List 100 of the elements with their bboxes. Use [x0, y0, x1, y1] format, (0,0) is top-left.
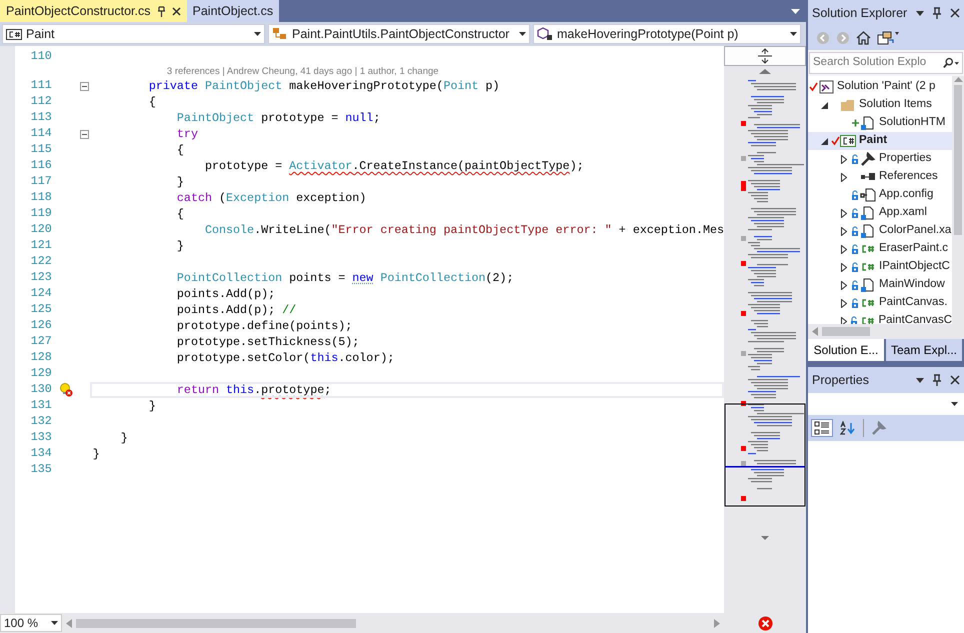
- horizontal-scrollbar[interactable]: [808, 324, 964, 339]
- pin-icon[interactable]: [932, 374, 942, 386]
- line-number: 122: [30, 253, 52, 270]
- error-icon[interactable]: [758, 616, 772, 630]
- collapsed-arrow-icon[interactable]: [841, 280, 847, 290]
- sync-view-icon[interactable]: [877, 31, 899, 45]
- file-tab[interactable]: PaintObjectConstructor.cs: [0, 0, 187, 22]
- tree-item[interactable]: ColorPanel.xa: [808, 222, 952, 240]
- expanded-arrow-icon[interactable]: [820, 102, 828, 108]
- tree-item[interactable]: IPaintObjectC: [808, 258, 952, 276]
- pin-icon[interactable]: [932, 7, 942, 19]
- panel-tab[interactable]: Solution E...: [808, 339, 884, 361]
- line-number: 132: [30, 413, 52, 430]
- collapse-icon[interactable]: [80, 130, 89, 138]
- dropdown-icon[interactable]: [916, 378, 924, 382]
- line-number: 113: [30, 109, 52, 126]
- line-number: 129: [30, 365, 52, 382]
- dropdown-icon[interactable]: [791, 8, 800, 14]
- vertical-scrollbar[interactable]: [952, 76, 964, 324]
- tree-item[interactable]: MainWindow: [808, 276, 952, 294]
- horizontal-scrollbar[interactable]: [66, 616, 720, 630]
- scrollbar-thumb[interactable]: [954, 85, 962, 235]
- tree-item[interactable]: App.config: [808, 186, 952, 204]
- caret-icon: [790, 32, 797, 36]
- code-line: }: [148, 398, 157, 414]
- tree-item[interactable]: Paint: [808, 132, 952, 150]
- wrench-icon: [860, 152, 876, 166]
- tree-item[interactable]: References: [808, 168, 952, 186]
- code-line: }: [176, 174, 185, 190]
- line-number: 134: [30, 445, 52, 462]
- xaml-file-icon: [860, 116, 876, 130]
- search-field[interactable]: Search Solution Explo: [809, 52, 963, 74]
- line-number: 111: [30, 77, 52, 94]
- pin-icon[interactable]: [156, 6, 166, 16]
- close-icon[interactable]: [950, 8, 960, 18]
- collapsed-arrow-icon[interactable]: [841, 172, 847, 182]
- navigation-label: Paint: [26, 26, 54, 43]
- code-line: {: [176, 142, 185, 158]
- navigation-dropdown[interactable]: Paint: [2, 24, 265, 44]
- cs-project-icon: [840, 134, 856, 148]
- config-file-icon: [860, 188, 876, 202]
- collapsed-arrow-icon[interactable]: [841, 244, 847, 254]
- collapsed-arrow-icon[interactable]: [841, 154, 847, 164]
- navigation-dropdown[interactable]: makeHoveringPrototype(Point p): [533, 24, 801, 44]
- dropdown-icon[interactable]: [916, 10, 924, 16]
- line-number: 112: [30, 93, 52, 110]
- code-lens-info[interactable]: 3 references | Andrew Cheung, 41 days ago | 1 author, 1 change: [166, 66, 439, 77]
- code-line: {: [148, 94, 157, 110]
- code-line: catch (Exception exception): [176, 190, 368, 206]
- folder-icon: [840, 98, 856, 112]
- file-tab[interactable]: PaintObject.cs: [186, 0, 280, 22]
- line-number: 119: [30, 205, 52, 222]
- toolbar-button[interactable]: [811, 419, 833, 437]
- tree-item[interactable]: PaintCanvas.: [808, 294, 952, 312]
- collapsed-arrow-icon[interactable]: [840, 316, 847, 324]
- tree-item[interactable]: Solution 'Paint' (2 p: [808, 78, 952, 96]
- line-number: 128: [30, 349, 52, 366]
- navigation-dropdown[interactable]: Paint.PaintUtils.PaintObjectConstructor: [268, 24, 530, 44]
- line-number: 115: [30, 141, 52, 158]
- line-number: 120: [30, 221, 52, 238]
- collapsed-arrow-icon[interactable]: [841, 208, 847, 218]
- split-icon[interactable]: [724, 46, 806, 66]
- tree-item[interactable]: App.xaml: [808, 204, 952, 222]
- panel-title: Properties: [812, 372, 869, 389]
- tree-item[interactable]: EraserPaint.c: [808, 240, 952, 258]
- class-icon: [272, 27, 288, 41]
- caret-icon: [951, 402, 958, 406]
- tree-item[interactable]: Solution Items: [808, 96, 952, 114]
- line-number: 133: [30, 429, 52, 446]
- panel-tab[interactable]: Team Expl...: [886, 339, 962, 361]
- line-number: 118: [30, 189, 52, 206]
- collapsed-arrow-icon[interactable]: [841, 226, 847, 236]
- code-line: try: [176, 126, 199, 142]
- code-line: prototype = Activator.CreateInstance(paintObjectType);: [204, 158, 585, 174]
- close-icon[interactable]: [172, 6, 181, 16]
- line-number: 117: [30, 173, 52, 190]
- xaml-file-icon: [860, 224, 876, 238]
- line-number: 130: [30, 381, 52, 398]
- line-number: 127: [30, 333, 52, 350]
- code-line: PaintObject prototype = null;: [176, 110, 382, 126]
- line-number: 123: [30, 269, 52, 286]
- code-line: }: [176, 238, 185, 254]
- tree-item[interactable]: PaintCanvasC: [808, 312, 952, 324]
- close-icon[interactable]: [950, 375, 960, 385]
- line-number: 110: [30, 48, 52, 66]
- navigation-label: makeHoveringPrototype(Point p): [557, 26, 738, 43]
- collapse-icon[interactable]: [80, 82, 89, 90]
- tree-item[interactable]: SolutionHTM: [808, 114, 952, 132]
- solution-icon: [818, 80, 834, 94]
- tree-item[interactable]: Properties: [808, 150, 952, 168]
- line-number: 121: [30, 237, 52, 254]
- lightbulb-error-icon[interactable]: [58, 383, 73, 397]
- collapsed-arrow-icon[interactable]: [841, 298, 847, 308]
- zoom-dropdown[interactable]: 100 %: [0, 614, 62, 632]
- home-icon[interactable]: [856, 31, 871, 45]
- collapsed-arrow-icon[interactable]: [841, 262, 847, 272]
- scrollbar-thumb[interactable]: [822, 327, 870, 336]
- scrollbar-thumb[interactable]: [76, 618, 356, 628]
- code-line: {: [176, 206, 185, 222]
- expanded-arrow-icon[interactable]: [820, 138, 828, 144]
